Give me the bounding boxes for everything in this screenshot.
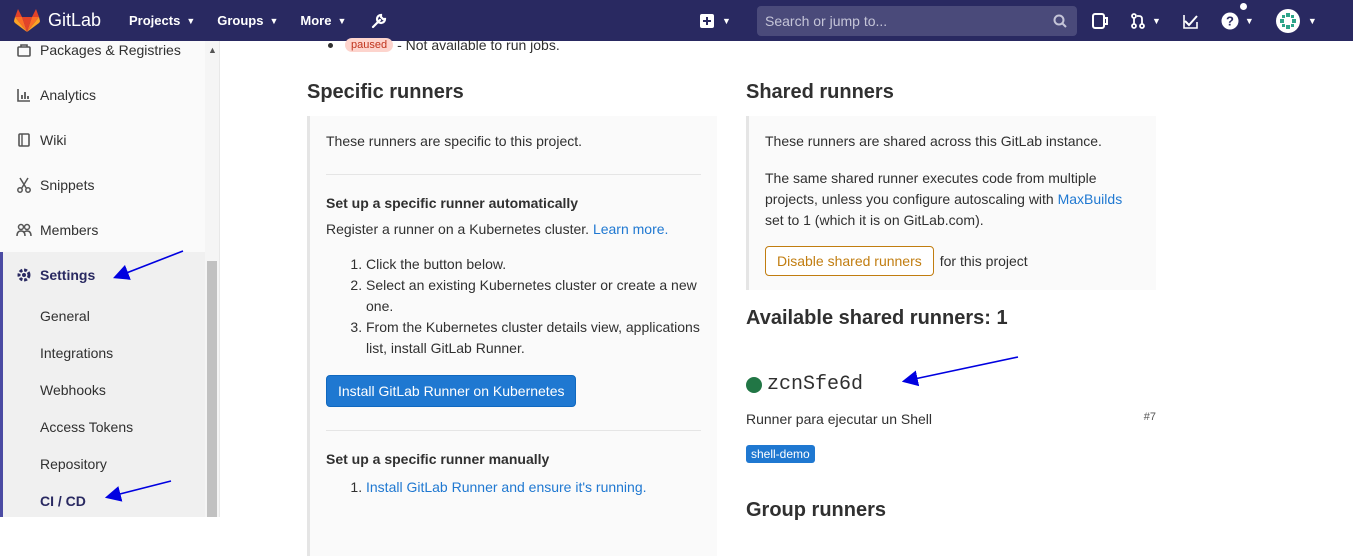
annotation-arrows xyxy=(104,250,1019,502)
